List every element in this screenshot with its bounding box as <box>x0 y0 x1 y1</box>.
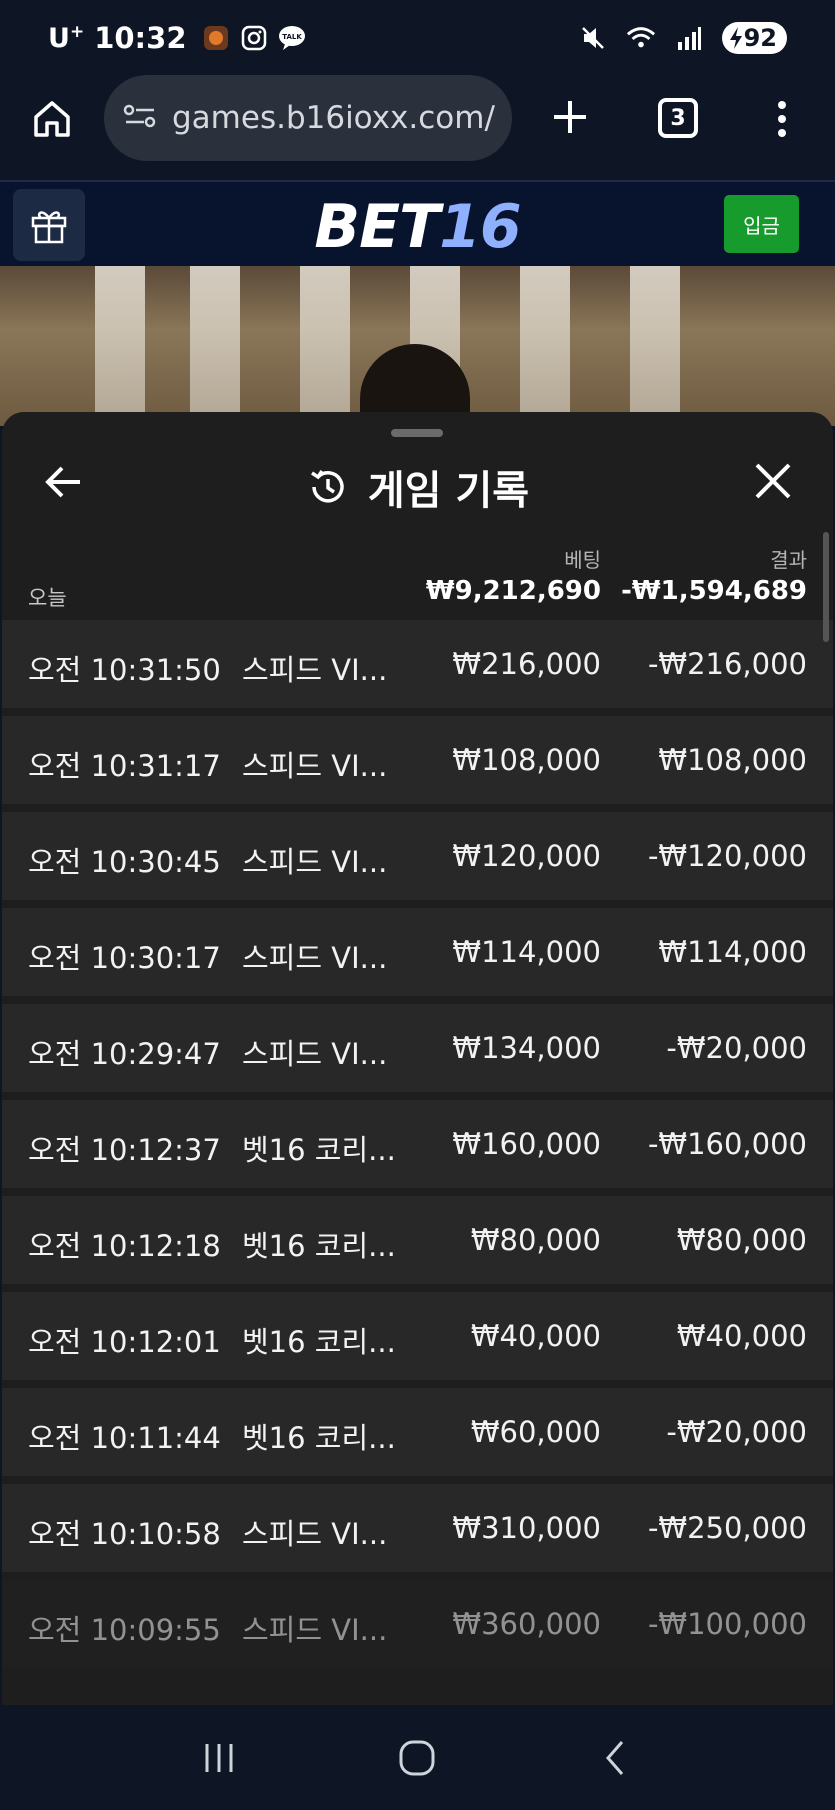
instagram-icon <box>239 23 269 53</box>
history-row[interactable]: 오전 10:31:17 스피드 VI... ₩108,000 ₩108,000 <box>2 716 833 804</box>
row-bet-amount: ₩160,000 <box>452 1127 601 1161</box>
row-game-name: 스피드 VI... <box>242 653 388 687</box>
row-result-amount: -₩216,000 <box>647 647 807 681</box>
url-text: games.b16ioxx.com/ <box>172 100 495 136</box>
result-total: -₩1,594,689 <box>621 576 807 606</box>
row-bet-amount: ₩310,000 <box>452 1511 601 1545</box>
row-time: 오전 10:11:44 <box>28 1421 221 1455</box>
row-result-amount: ₩40,000 <box>676 1319 807 1353</box>
row-bet-amount: ₩80,000 <box>470 1223 601 1257</box>
row-result-amount: ₩108,000 <box>658 743 807 777</box>
status-bar: U+ 10:32 TALK 92 <box>0 0 835 75</box>
history-row[interactable]: 오전 10:31:50 스피드 VI... ₩216,000 -₩216,000 <box>2 620 833 708</box>
history-icon <box>310 470 344 503</box>
history-row[interactable]: 오전 10:11:44 벳16 코리... ₩60,000 -₩20,000 <box>2 1388 833 1476</box>
talk-icon: TALK <box>277 23 307 53</box>
mute-icon <box>578 23 608 53</box>
summary-row: 베팅 결과 오늘 ₩9,212,690 -₩1,594,689 <box>2 530 833 618</box>
live-video-background <box>0 266 835 426</box>
row-result-amount: -₩250,000 <box>647 1511 807 1545</box>
row-game-name: 스피드 VI... <box>242 1037 388 1071</box>
row-game-name: 벳16 코리... <box>242 1229 396 1263</box>
row-time: 오전 10:12:18 <box>28 1229 221 1263</box>
url-bar[interactable]: games.b16ioxx.com/ <box>104 75 512 161</box>
row-result-amount: -₩100,000 <box>647 1607 807 1641</box>
row-result-amount: ₩80,000 <box>676 1223 807 1257</box>
battery-indicator: 92 <box>721 21 787 54</box>
home-icon[interactable] <box>30 97 74 141</box>
row-time: 오전 10:10:58 <box>28 1517 221 1551</box>
row-game-name: 스피드 VI... <box>242 845 388 879</box>
battery-level: 92 <box>743 23 777 52</box>
row-game-name: 스피드 VI... <box>242 1613 388 1647</box>
history-row[interactable]: 오전 10:12:18 벳16 코리... ₩80,000 ₩80,000 <box>2 1196 833 1284</box>
row-result-amount: -₩120,000 <box>647 839 807 873</box>
today-label: 오늘 <box>28 586 67 610</box>
row-bet-amount: ₩108,000 <box>452 743 601 777</box>
status-clock: 10:32 <box>94 20 187 55</box>
scrollbar[interactable] <box>823 532 829 642</box>
row-time: 오전 10:31:17 <box>28 749 221 783</box>
game-history-sheet: 게임 기록 베팅 결과 오늘 ₩9,212,690 -₩1,594,689 오전… <box>2 412 833 1705</box>
result-column-header: 결과 <box>770 548 807 572</box>
row-result-amount: -₩160,000 <box>647 1127 807 1161</box>
back-chevron-icon[interactable] <box>592 1734 640 1782</box>
tabs-icon[interactable]: 3 <box>658 98 698 138</box>
row-bet-amount: ₩120,000 <box>452 839 601 873</box>
battery-charging-icon <box>729 26 742 49</box>
recent-apps-icon[interactable] <box>195 1734 243 1782</box>
row-game-name: 벳16 코리... <box>242 1421 396 1455</box>
row-result-amount: ₩114,000 <box>658 935 807 969</box>
row-game-name: 스피드 VI... <box>242 941 388 975</box>
history-row[interactable]: 오전 10:30:45 스피드 VI... ₩120,000 -₩120,000 <box>2 812 833 900</box>
svg-text:TALK: TALK <box>282 33 302 41</box>
row-time: 오전 10:09:55 <box>28 1613 221 1647</box>
row-time: 오전 10:30:45 <box>28 845 221 879</box>
row-bet-amount: ₩134,000 <box>452 1031 601 1065</box>
carrier-label: U+ <box>48 21 85 54</box>
row-time: 오전 10:12:01 <box>28 1325 221 1359</box>
history-row[interactable]: 오전 10:10:58 스피드 VI... ₩310,000 -₩250,000 <box>2 1484 833 1572</box>
site-logo[interactable]: BET16 <box>0 192 835 262</box>
game-app-icon <box>201 23 231 53</box>
history-row[interactable]: 오전 10:30:17 스피드 VI... ₩114,000 ₩114,000 <box>2 908 833 996</box>
row-bet-amount: ₩114,000 <box>452 935 601 969</box>
deposit-button[interactable]: 입금 <box>724 195 799 253</box>
row-game-name: 벳16 코리... <box>242 1325 396 1359</box>
history-row[interactable]: 오전 10:09:55 스피드 VI... ₩360,000 -₩100,000 <box>2 1580 833 1668</box>
row-time: 오전 10:30:17 <box>28 941 221 975</box>
android-nav-bar <box>0 1705 835 1810</box>
plus-icon[interactable] <box>548 95 592 139</box>
sheet-title-group: 게임 기록 <box>2 458 833 516</box>
history-row[interactable]: 오전 10:12:37 벳16 코리... ₩160,000 -₩160,000 <box>2 1100 833 1188</box>
row-game-name: 스피드 VI... <box>242 749 388 783</box>
history-row[interactable]: 오전 10:12:01 벳16 코리... ₩40,000 ₩40,000 <box>2 1292 833 1380</box>
history-list: 오전 10:31:50 스피드 VI... ₩216,000 -₩216,000 오전 … <box>2 620 833 1676</box>
history-row[interactable]: 오전 10:29:47 스피드 VI... ₩134,000 -₩20,000 <box>2 1004 833 1092</box>
browser-toolbar: games.b16ioxx.com/ 3 <box>0 75 835 177</box>
signal-icon <box>674 23 704 53</box>
sheet-title: 게임 기록 <box>367 468 530 514</box>
row-game-name: 벳16 코리... <box>242 1133 396 1167</box>
bet-total: ₩9,212,690 <box>425 576 601 606</box>
row-time: 오전 10:12:37 <box>28 1133 221 1167</box>
row-time: 오전 10:29:47 <box>28 1037 221 1071</box>
more-vert-icon[interactable] <box>772 97 792 141</box>
home-circle-icon[interactable] <box>393 1734 441 1782</box>
site-header: BET16 입금 <box>0 180 835 266</box>
site-settings-icon[interactable] <box>122 101 158 135</box>
row-result-amount: -₩20,000 <box>666 1415 807 1449</box>
row-result-amount: -₩20,000 <box>666 1031 807 1065</box>
wifi-icon <box>626 23 656 53</box>
row-bet-amount: ₩360,000 <box>452 1607 601 1641</box>
sheet-drag-handle[interactable] <box>391 429 443 437</box>
close-icon[interactable] <box>752 460 794 502</box>
row-bet-amount: ₩60,000 <box>470 1415 601 1449</box>
row-bet-amount: ₩216,000 <box>452 647 601 681</box>
row-game-name: 스피드 VI... <box>242 1517 388 1551</box>
tab-count: 3 <box>670 105 686 131</box>
row-time: 오전 10:31:50 <box>28 653 221 687</box>
bet-column-header: 베팅 <box>564 548 601 572</box>
row-bet-amount: ₩40,000 <box>470 1319 601 1353</box>
